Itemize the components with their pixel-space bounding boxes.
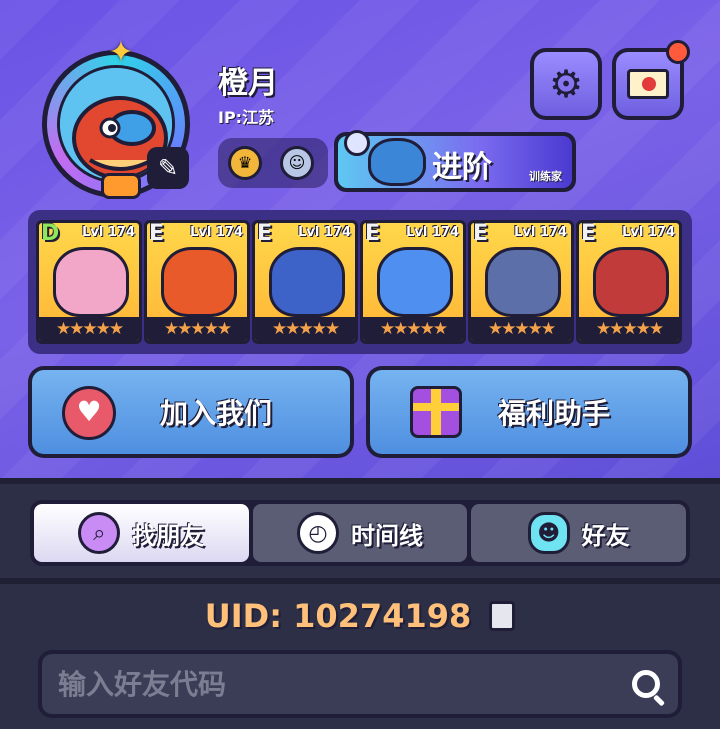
pet-art-icon	[161, 247, 237, 317]
copy-icon[interactable]	[482, 594, 516, 631]
star-icon: ✦	[108, 35, 134, 70]
pet-card[interactable]: E Lvl 174 ★★★★★	[144, 220, 250, 344]
pet-grade: E	[365, 221, 381, 246]
advance-trainer-button[interactable]: 进阶 训练家	[334, 130, 576, 192]
profile-header: ✦ ✎ 橙月 IP:江苏 ♛ ☺ 进阶 训练家 ⚙ D Lvl 174 ★★★★…	[0, 0, 720, 478]
gold-badge-icon[interactable]: ♛	[228, 146, 262, 180]
pet-card[interactable]: E Lvl 174 ★★★★★	[576, 220, 682, 344]
pet-art-icon	[53, 247, 129, 317]
join-us-label: 加入我们	[160, 397, 273, 430]
tab-find-friends[interactable]: ⌕ 找朋友	[34, 504, 249, 562]
welfare-label: 福利助手	[498, 397, 611, 430]
divider	[0, 478, 720, 484]
pet-card[interactable]: E Lvl 174 ★★★★★	[468, 220, 574, 344]
magnifier-icon: ⌕	[78, 512, 121, 554]
pet-grade: E	[581, 221, 597, 246]
pet-stars: ★★★★★	[363, 317, 463, 341]
pet-level: Lvl 174	[406, 225, 459, 240]
welfare-assistant-button[interactable]: 福利助手	[366, 366, 692, 458]
pet-grade: E	[257, 221, 273, 246]
pet-level: Lvl 174	[622, 225, 675, 240]
settings-button[interactable]: ⚙	[530, 48, 602, 120]
advance-title: 进阶	[432, 150, 492, 185]
gift-icon	[410, 386, 462, 438]
advance-subtitle: 训练家	[529, 170, 562, 183]
pet-level: Lvl 174	[514, 225, 567, 240]
mail-button[interactable]	[612, 40, 690, 120]
pet-stars: ★★★★★	[579, 317, 679, 341]
pet-art-icon	[269, 247, 345, 317]
pet-art-icon	[593, 247, 669, 317]
pet-level: Lvl 174	[190, 225, 243, 240]
envelope-icon	[627, 69, 669, 99]
search-button[interactable]	[626, 664, 666, 704]
pet-stars: ★★★★★	[147, 317, 247, 341]
pet-grade: E	[473, 221, 489, 246]
pet-stars: ★★★★★	[471, 317, 571, 341]
pet-stars: ★★★★★	[39, 317, 139, 341]
advance-banner: 进阶 训练家	[338, 130, 572, 188]
gear-icon: ⚙	[548, 62, 584, 106]
player-ip-location: IP:江苏	[218, 108, 275, 127]
pet-team-row: D Lvl 174 ★★★★★ E Lvl 174 ★★★★★ E Lvl 17…	[28, 210, 692, 354]
search-icon	[632, 670, 660, 698]
tab-label: 找朋友	[132, 521, 205, 550]
pet-level: Lvl 174	[82, 225, 135, 240]
pet-mascot-icon	[368, 138, 426, 186]
pet-art-icon	[377, 247, 453, 317]
uid-text: UID: 10274198	[204, 597, 472, 635]
heart-icon: ♥	[62, 386, 116, 440]
uid-row: UID: 10274198	[0, 594, 720, 636]
tab-label: 好友	[581, 521, 630, 550]
bow-decoration	[101, 173, 141, 199]
tab-label: 时间线	[351, 521, 423, 550]
player-name: 橙月	[218, 66, 278, 101]
friend-code-input[interactable]	[58, 654, 618, 714]
friends-icon: ☻	[527, 512, 570, 554]
friends-tab-bar: ⌕ 找朋友 ◴ 时间线 ☻ 好友	[30, 500, 690, 566]
join-us-button[interactable]: ♥ 加入我们	[28, 366, 354, 458]
pet-card[interactable]: D Lvl 174 ★★★★★	[36, 220, 142, 344]
friend-code-search	[38, 650, 682, 718]
divider	[0, 578, 720, 584]
avatar[interactable]: ✦ ✎	[42, 38, 190, 199]
edit-icon[interactable]: ✎	[147, 147, 189, 189]
pet-level: Lvl 174	[298, 225, 351, 240]
pet-stars: ★★★★★	[255, 317, 355, 341]
pet-art-icon	[485, 247, 561, 317]
clock-icon: ◴	[297, 512, 339, 554]
pet-card[interactable]: E Lvl 174 ★★★★★	[360, 220, 466, 344]
tab-friends[interactable]: ☻ 好友	[471, 504, 687, 562]
notification-dot	[666, 40, 690, 64]
pet-card[interactable]: E Lvl 174 ★★★★★	[252, 220, 358, 344]
tab-timeline[interactable]: ◴ 时间线	[252, 504, 468, 562]
silver-badge-icon[interactable]: ☺	[280, 146, 314, 180]
pet-grade: E	[149, 221, 165, 246]
badge-container[interactable]: ♛ ☺	[218, 138, 328, 188]
pet-grade: D	[41, 221, 60, 246]
wand-icon	[344, 130, 370, 156]
